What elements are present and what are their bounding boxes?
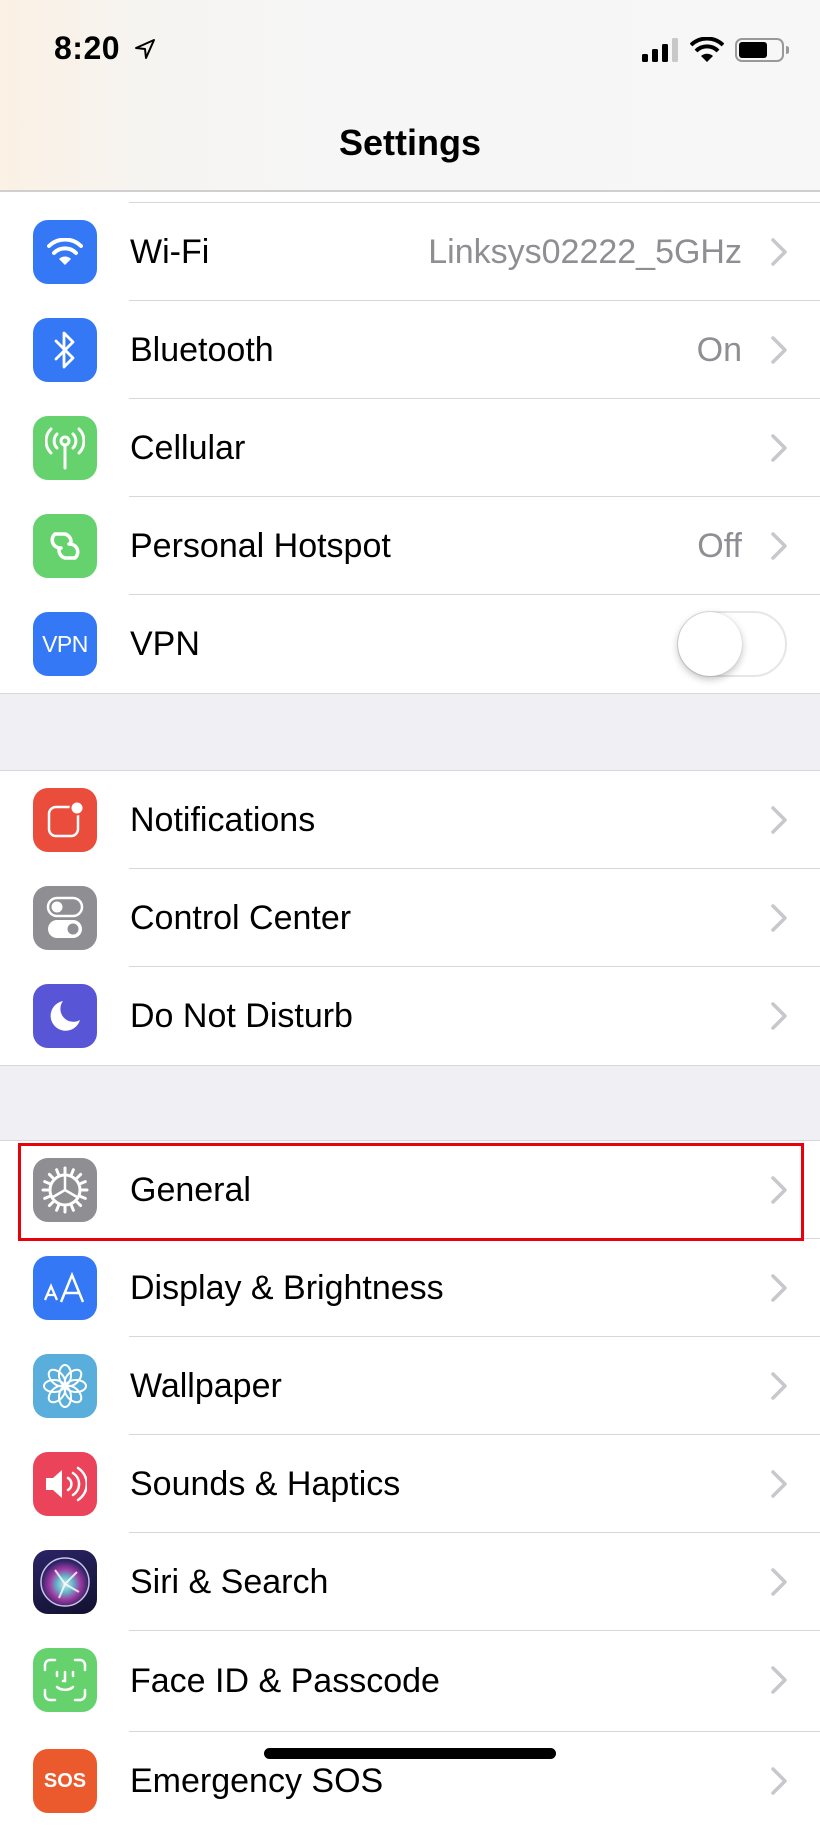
chevron-right-icon xyxy=(771,806,787,834)
row-value: Off xyxy=(697,527,742,565)
row-label: Notifications xyxy=(130,801,316,839)
row-value: Linksys02222_5GHz xyxy=(428,233,742,271)
cellular-antenna-icon xyxy=(33,416,97,480)
notifications-icon xyxy=(33,788,97,852)
vpn-toggle[interactable] xyxy=(677,611,787,677)
settings-row-display-brightness[interactable]: Display & Brightness xyxy=(0,1239,820,1337)
settings-row-sounds-haptics[interactable]: Sounds & Haptics xyxy=(0,1435,820,1533)
vpn-icon-text: VPN xyxy=(42,630,88,657)
chevron-right-icon xyxy=(771,336,787,364)
settings-row-do-not-disturb[interactable]: Do Not Disturb xyxy=(0,967,820,1065)
row-label: Control Center xyxy=(130,899,352,937)
row-label: Do Not Disturb xyxy=(130,997,353,1035)
section-gap xyxy=(0,693,820,771)
chevron-right-icon xyxy=(771,1767,787,1795)
chevron-right-icon xyxy=(771,1002,787,1030)
row-value: On xyxy=(696,331,742,369)
settings-row-bluetooth[interactable]: Bluetooth On xyxy=(0,301,820,399)
settings-row-cellular[interactable]: Cellular xyxy=(0,399,820,497)
row-label: VPN xyxy=(130,625,200,663)
settings-row-vpn[interactable]: VPN VPN xyxy=(0,595,820,693)
connectivity-section: Wi-Fi Linksys02222_5GHz Bluetooth On Cel… xyxy=(0,192,820,693)
wifi-icon xyxy=(690,37,724,62)
general-section: General Display & Brightness Wallpaper S… xyxy=(0,1141,820,1830)
page-title: Settings xyxy=(338,122,481,163)
vpn-icon: VPN xyxy=(33,612,97,676)
chevron-right-icon xyxy=(771,532,787,560)
navigation-header: 8:20 Settings xyxy=(0,0,820,192)
hotspot-chain-icon xyxy=(33,514,97,578)
chevron-right-icon xyxy=(771,238,787,266)
row-label: Wi-Fi xyxy=(130,233,210,271)
moon-icon xyxy=(33,984,97,1048)
row-label: Wallpaper xyxy=(130,1367,282,1405)
battery-icon xyxy=(735,38,789,62)
chevron-right-icon xyxy=(771,434,787,462)
settings-row-control-center[interactable]: Control Center xyxy=(0,869,820,967)
gear-icon xyxy=(33,1158,97,1222)
row-label: Emergency SOS xyxy=(130,1762,384,1800)
settings-row-siri-search[interactable]: Siri & Search xyxy=(0,1533,820,1631)
chevron-right-icon xyxy=(771,904,787,932)
row-label: Sounds & Haptics xyxy=(130,1465,401,1503)
settings-row-wallpaper[interactable]: Wallpaper xyxy=(0,1337,820,1435)
speaker-icon xyxy=(33,1452,97,1516)
status-time: 8:20 xyxy=(54,30,121,66)
face-id-icon xyxy=(33,1648,97,1712)
sos-icon: SOS xyxy=(33,1749,97,1813)
wallpaper-flower-icon xyxy=(33,1354,97,1418)
row-label: Face ID & Passcode xyxy=(130,1662,440,1700)
notifications-section: Notifications Control Center Do Not Dist… xyxy=(0,771,820,1065)
settings-row-face-id-passcode[interactable]: Face ID & Passcode xyxy=(0,1631,820,1732)
row-label: General xyxy=(130,1171,251,1209)
bluetooth-icon xyxy=(33,318,97,382)
display-text-size-icon xyxy=(33,1256,97,1320)
row-label: Display & Brightness xyxy=(130,1269,444,1307)
chevron-right-icon xyxy=(771,1372,787,1400)
settings-row-notifications[interactable]: Notifications xyxy=(0,771,820,869)
section-gap xyxy=(0,1065,820,1141)
wifi-icon xyxy=(33,220,97,284)
settings-row-general[interactable]: General xyxy=(0,1141,820,1239)
location-arrow-icon xyxy=(135,39,155,59)
chevron-right-icon xyxy=(771,1470,787,1498)
chevron-right-icon xyxy=(771,1176,787,1204)
row-label: Bluetooth xyxy=(130,331,274,369)
settings-list: Wi-Fi Linksys02222_5GHz Bluetooth On Cel… xyxy=(0,192,820,1830)
row-label: Personal Hotspot xyxy=(130,527,391,565)
settings-row-emergency-sos[interactable]: SOS Emergency SOS xyxy=(0,1732,820,1830)
settings-row-wifi[interactable]: Wi-Fi Linksys02222_5GHz xyxy=(0,203,820,301)
row-label: Siri & Search xyxy=(130,1563,329,1601)
chevron-right-icon xyxy=(771,1274,787,1302)
cellular-signal-icon xyxy=(642,38,678,62)
home-indicator[interactable] xyxy=(264,1748,556,1759)
control-center-icon xyxy=(33,886,97,950)
chevron-right-icon xyxy=(771,1666,787,1694)
row-label: Cellular xyxy=(130,429,246,467)
settings-row-personal-hotspot[interactable]: Personal Hotspot Off xyxy=(0,497,820,595)
toggle-knob xyxy=(678,612,742,676)
chevron-right-icon xyxy=(771,1568,787,1596)
siri-icon xyxy=(33,1550,97,1614)
